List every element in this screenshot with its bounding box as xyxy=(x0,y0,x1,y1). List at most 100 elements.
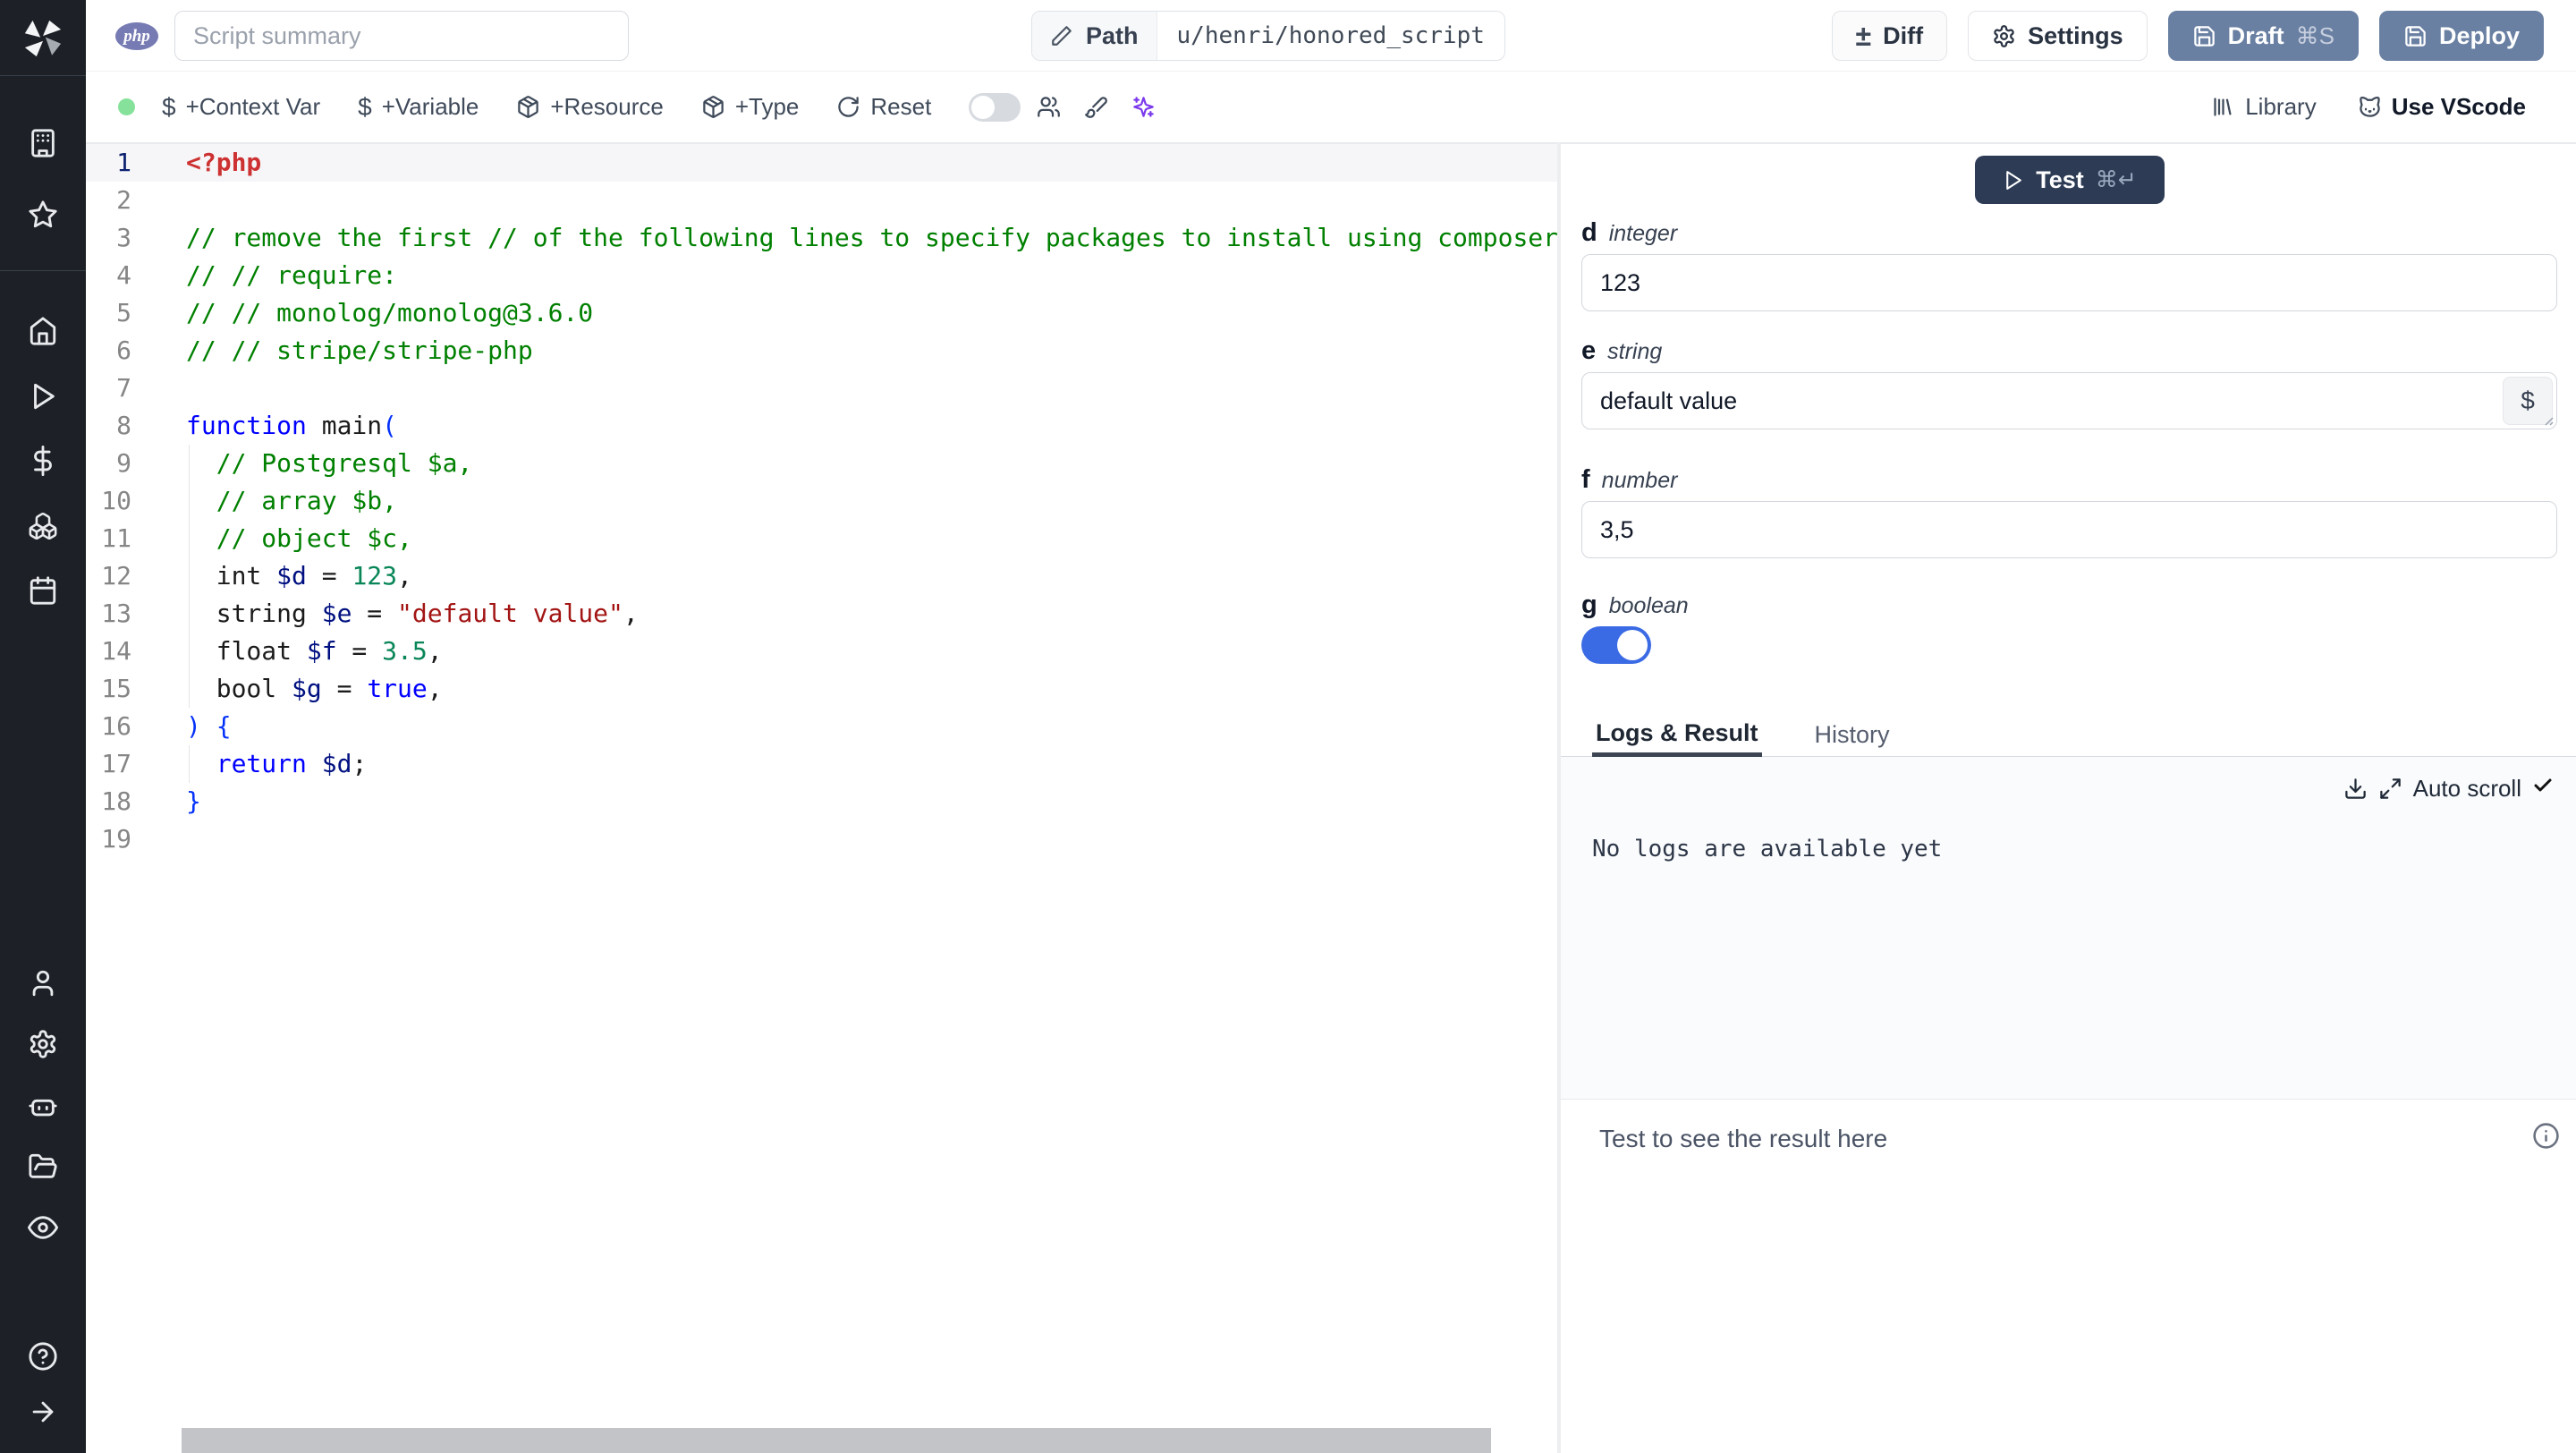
code-line[interactable]: 9 // Postgresql $a, xyxy=(86,445,1557,482)
code-line[interactable]: 17 return $d; xyxy=(86,745,1557,783)
sidebar-divider xyxy=(0,75,86,76)
sidebar-item-workers[interactable] xyxy=(0,1091,86,1121)
code-line[interactable]: 1 <?php xyxy=(86,144,1557,182)
add-variable-button[interactable]: $ +Variable xyxy=(358,93,479,122)
sidebar-item-folders[interactable] xyxy=(0,1151,86,1182)
code-line[interactable]: 5// // monolog/monolog@3.6.0 xyxy=(86,294,1557,332)
path-value[interactable]: u/henri/honored_script xyxy=(1157,12,1504,60)
multiplayer-users-button[interactable] xyxy=(1037,95,1061,119)
code-line[interactable]: 6// // stripe/stripe-php xyxy=(86,332,1557,370)
add-type-button[interactable]: +Type xyxy=(701,93,800,121)
sidebar-item-schedules[interactable] xyxy=(0,575,86,606)
deploy-button[interactable]: Deploy xyxy=(2378,11,2544,61)
library-button[interactable]: Library xyxy=(2211,93,2317,121)
save-icon xyxy=(2193,25,2215,47)
info-icon[interactable] xyxy=(2532,1122,2560,1150)
calendar-icon xyxy=(30,576,56,605)
line-number: 17 xyxy=(101,749,131,778)
tab-history[interactable]: History xyxy=(1811,721,1894,756)
indent-guide xyxy=(189,482,190,520)
sidebar-item-account[interactable] xyxy=(0,968,86,998)
folder-open-icon xyxy=(29,1153,57,1178)
reset-button[interactable]: Reset xyxy=(836,93,931,121)
sidebar-item-home[interactable] xyxy=(0,316,86,346)
code-line[interactable]: 2 xyxy=(86,182,1557,219)
code-line[interactable]: 3// remove the first // of the following… xyxy=(86,219,1557,257)
diff-button[interactable]: ± Diff xyxy=(1831,11,1948,61)
sidebar-item-resources[interactable] xyxy=(0,511,86,541)
field-e-label: e string xyxy=(1581,336,2557,367)
toggle-knob xyxy=(971,95,996,119)
field-name: f xyxy=(1581,465,1590,494)
field-name: d xyxy=(1581,218,1597,247)
gear-icon xyxy=(1994,24,2014,47)
add-context-var-button[interactable]: $ +Context Var xyxy=(162,93,320,122)
indent-guide xyxy=(189,670,190,708)
auto-scroll-checkbox[interactable] xyxy=(2532,775,2554,803)
code-line[interactable]: 4// // require: xyxy=(86,257,1557,294)
field-e-input[interactable] xyxy=(1581,372,2557,429)
path-editor[interactable]: Path u/henri/honored_script xyxy=(1031,11,1505,61)
code-line[interactable]: 16) { xyxy=(86,708,1557,745)
code-line[interactable]: 7 xyxy=(86,370,1557,407)
language-status-dot xyxy=(118,98,135,115)
logs-area: Auto scroll No logs are available yet xyxy=(1561,757,2576,1100)
code-line[interactable]: 13 string $e = "default value", xyxy=(86,595,1557,633)
settings-button[interactable]: Settings xyxy=(1968,11,2148,61)
code-line[interactable]: 11 // object $c, xyxy=(86,520,1557,557)
add-resource-label: +Resource xyxy=(550,93,664,120)
script-summary-input[interactable] xyxy=(174,11,629,61)
add-type-label: +Type xyxy=(734,93,800,120)
sidebar-item-help[interactable] xyxy=(0,1341,86,1372)
resize-handle-icon[interactable] xyxy=(2540,412,2555,427)
pencil-icon xyxy=(1052,26,1072,46)
panel-splitter[interactable] xyxy=(1557,143,1561,1453)
line-number: 13 xyxy=(101,599,131,628)
use-vscode-button[interactable]: Use VScode xyxy=(2358,93,2526,121)
add-resource-button[interactable]: +Resource xyxy=(516,93,664,121)
sidebar-expand-button[interactable] xyxy=(0,1397,86,1427)
sidebar-item-audit-logs[interactable] xyxy=(0,1212,86,1243)
code-line[interactable]: 8 function main( xyxy=(86,407,1557,445)
code-line[interactable]: 14 float $f = 3.5, xyxy=(86,633,1557,670)
sidebar-item-settings[interactable] xyxy=(0,1029,86,1059)
path-label-section: Path xyxy=(1032,12,1157,60)
robot-icon xyxy=(29,1099,57,1117)
windmill-script-editor: php Path u/henri/honored_script ± Diff S… xyxy=(0,0,2576,1453)
sidebar-item-workspace[interactable] xyxy=(0,128,86,158)
field-g-toggle[interactable] xyxy=(1581,626,1651,664)
expand-icon[interactable] xyxy=(2378,777,2402,801)
field-name: e xyxy=(1581,336,1597,365)
args-form: Test ⌘↵ d integer e string $ f n xyxy=(1561,156,2576,664)
horizontal-scrollbar[interactable] xyxy=(182,1428,1491,1453)
sparkles-icon xyxy=(1133,97,1155,117)
code-line[interactable]: 18} xyxy=(86,783,1557,820)
format-code-button[interactable] xyxy=(1084,95,1108,119)
sidebar xyxy=(0,0,86,1453)
field-name: g xyxy=(1581,591,1597,619)
package-icon xyxy=(703,96,724,118)
sidebar-item-favorites[interactable] xyxy=(0,200,86,230)
windmill-logo-icon[interactable] xyxy=(0,18,86,59)
line-number: 7 xyxy=(116,373,131,403)
download-icon[interactable] xyxy=(2343,777,2368,801)
auto-scroll-label: Auto scroll xyxy=(2412,775,2521,802)
line-number: 3 xyxy=(116,223,131,252)
code-line[interactable]: 15 bool $g = true, xyxy=(86,670,1557,708)
tab-logs-result[interactable]: Logs & Result xyxy=(1592,719,1762,757)
test-button[interactable]: Test ⌘↵ xyxy=(1974,156,2165,204)
code-line[interactable]: 19 xyxy=(86,820,1557,858)
code-line[interactable]: 12 int $d = 123, xyxy=(86,557,1557,595)
code-editor[interactable]: 1 <?php 2 3// remove the first // of the fo… xyxy=(86,143,1557,1453)
code-lines: 1 <?php 2 3// remove the first // of the fo… xyxy=(86,144,1557,858)
collab-toggle[interactable] xyxy=(969,92,1021,122)
ai-assistant-button[interactable] xyxy=(1131,95,1156,119)
code-line[interactable]: 10 // array $b, xyxy=(86,482,1557,520)
sidebar-item-runs[interactable] xyxy=(0,381,86,412)
sidebar-item-variables[interactable] xyxy=(0,446,86,476)
field-f-input[interactable] xyxy=(1581,501,2557,558)
draft-button[interactable]: Draft ⌘S xyxy=(2167,11,2359,61)
draft-shortcut: ⌘S xyxy=(2295,21,2334,49)
field-d-input[interactable] xyxy=(1581,254,2557,311)
user-icon xyxy=(32,970,54,997)
